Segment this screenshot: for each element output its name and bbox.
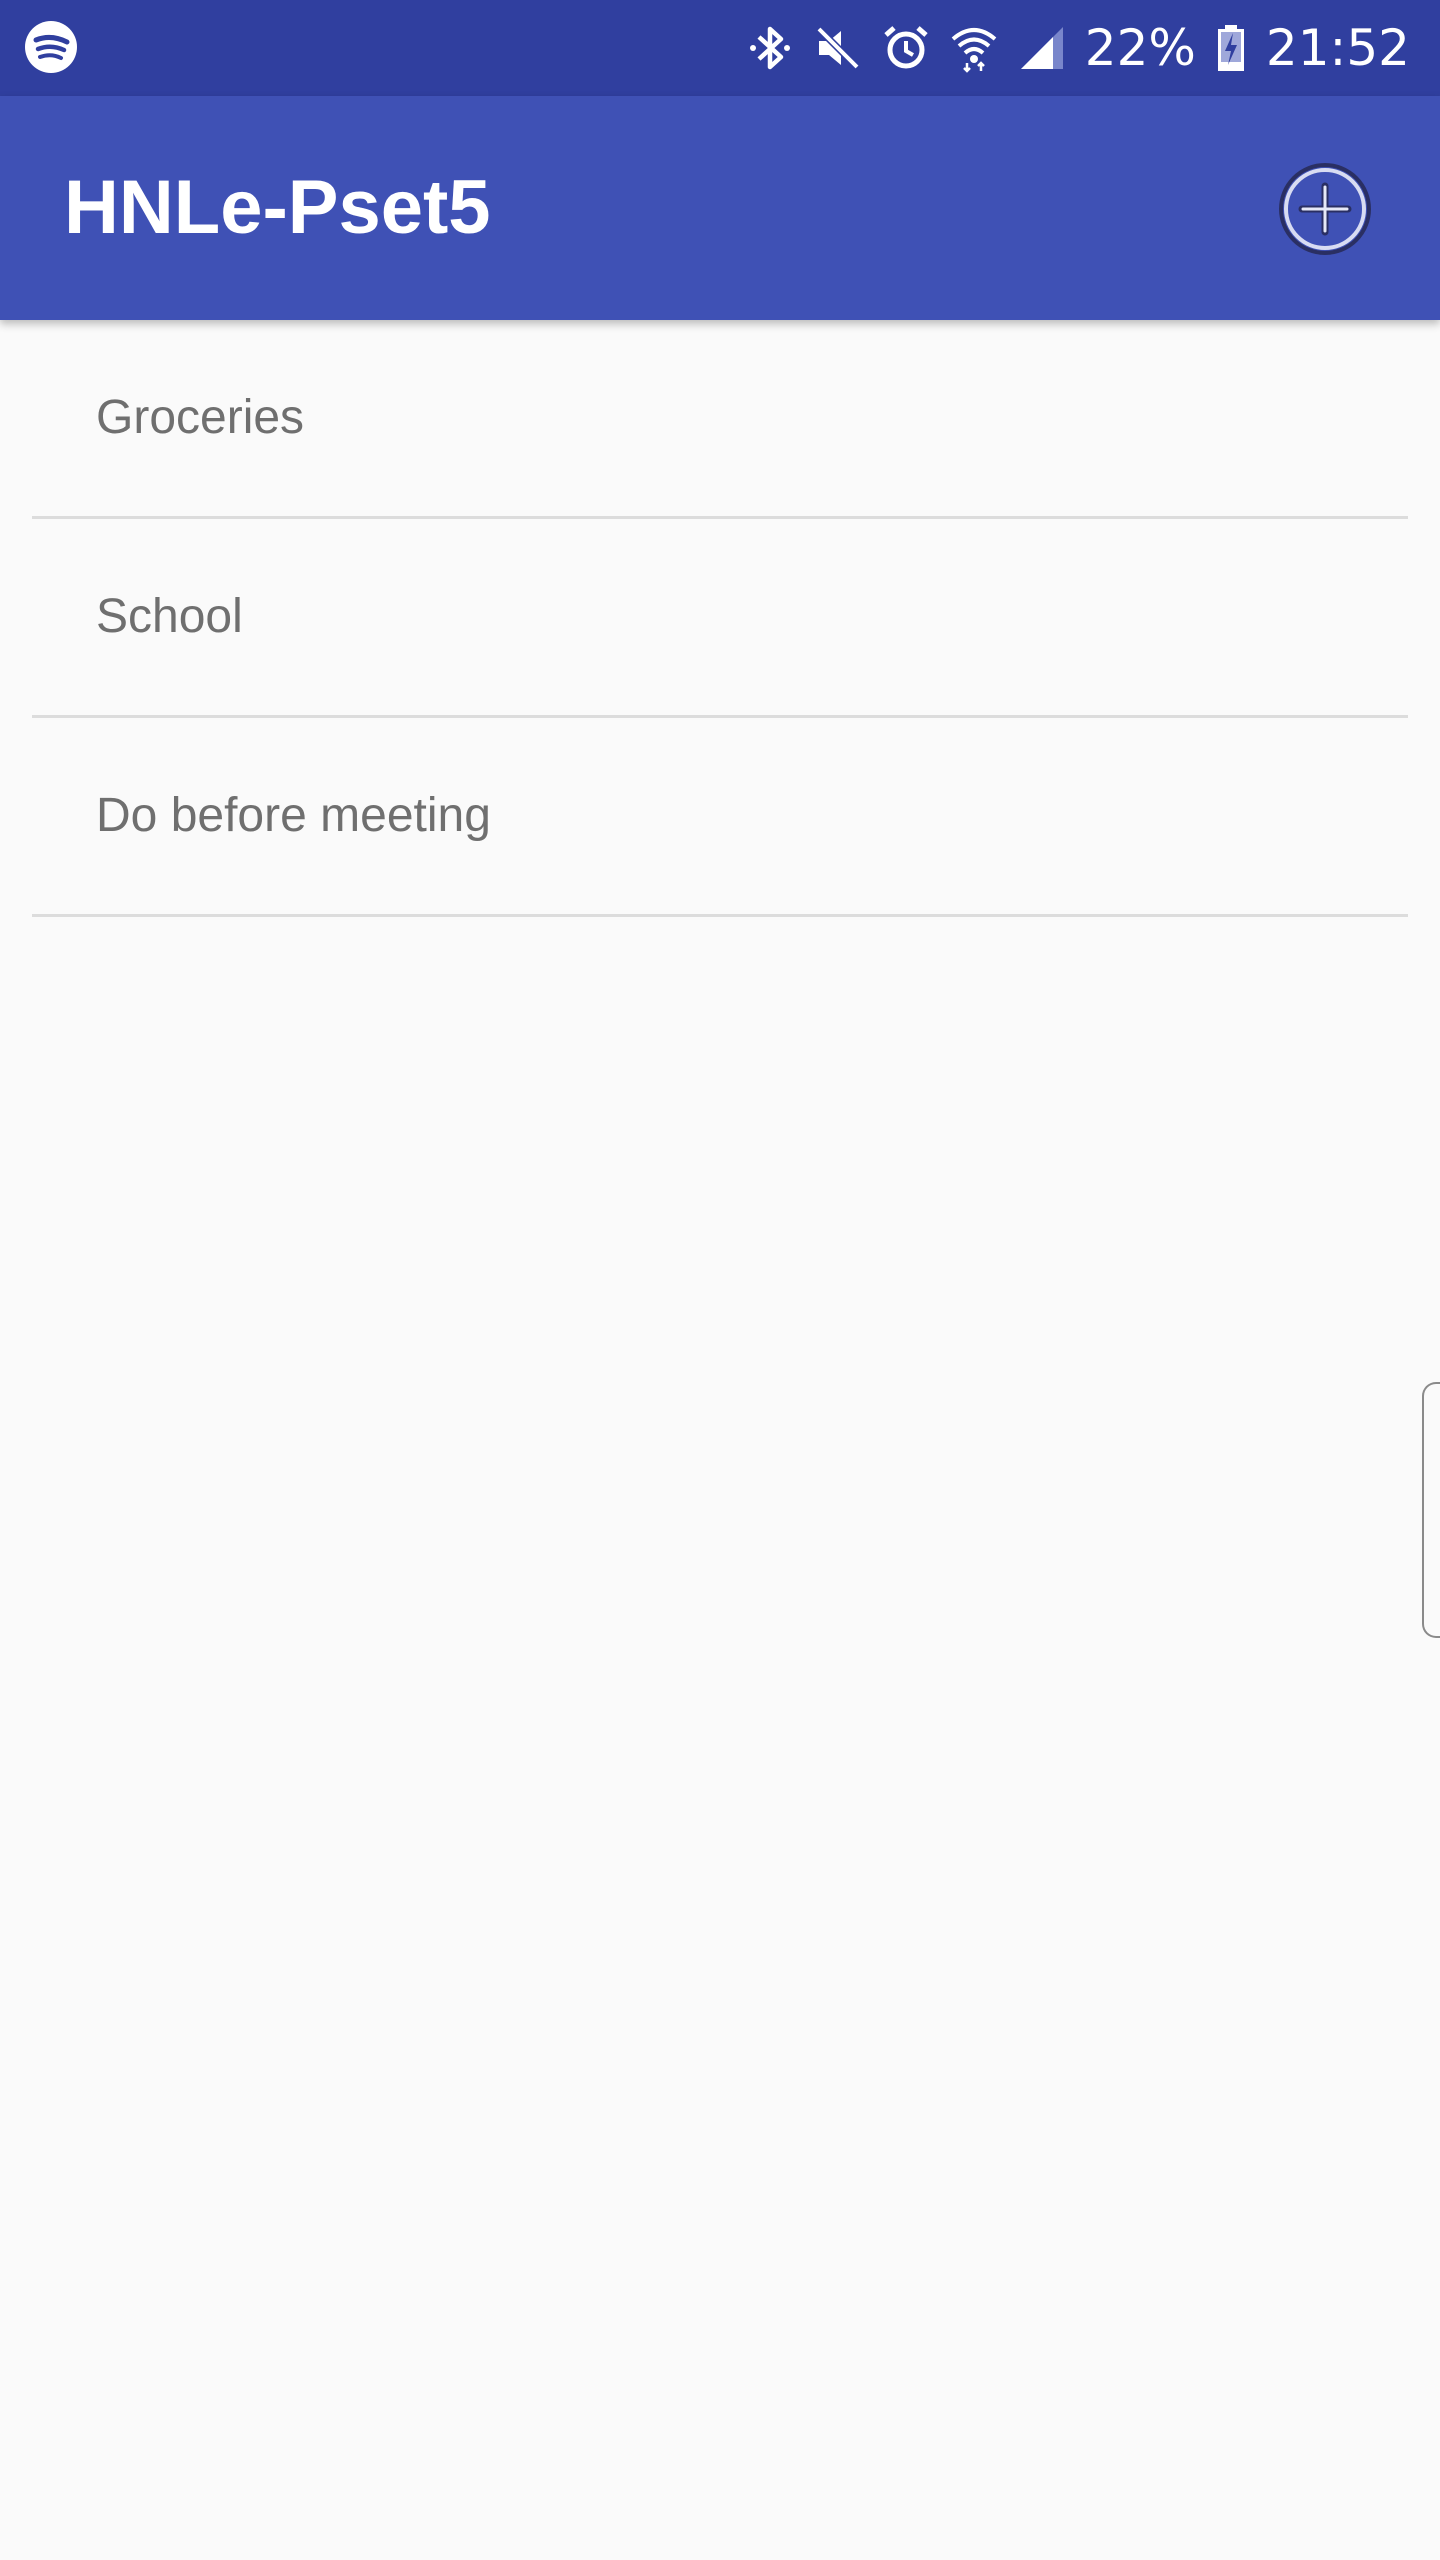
edge-panel-handle[interactable] [1422,1382,1440,1638]
status-icons: 22% 21:52 [745,0,1410,96]
list-item-label: Groceries [96,391,305,444]
list-item[interactable]: Do before meeting [32,718,1408,917]
wifi-icon [949,23,999,73]
battery-charging-icon [1214,23,1248,73]
mute-icon [813,23,863,73]
signal-icon [1017,23,1067,73]
list-item-label: Do before meeting [96,789,491,842]
status-time: 21:52 [1265,19,1410,77]
list-item[interactable]: Groceries [32,320,1408,519]
status-bar: 22% 21:52 [0,0,1440,96]
list-item[interactable]: School [32,519,1408,718]
add-circle-icon [1279,163,1371,255]
spotify-icon [24,20,78,74]
app-title: HNLe-Pset5 [64,165,491,250]
app-bar: HNLe-Pset5 [0,96,1440,320]
list-item-label: School [96,590,243,643]
battery-percent: 22% [1084,19,1196,77]
bluetooth-icon [745,23,795,73]
add-list-button[interactable] [1278,162,1372,256]
todo-lists: Groceries School Do before meeting [0,320,1440,917]
alarm-icon [881,23,931,73]
